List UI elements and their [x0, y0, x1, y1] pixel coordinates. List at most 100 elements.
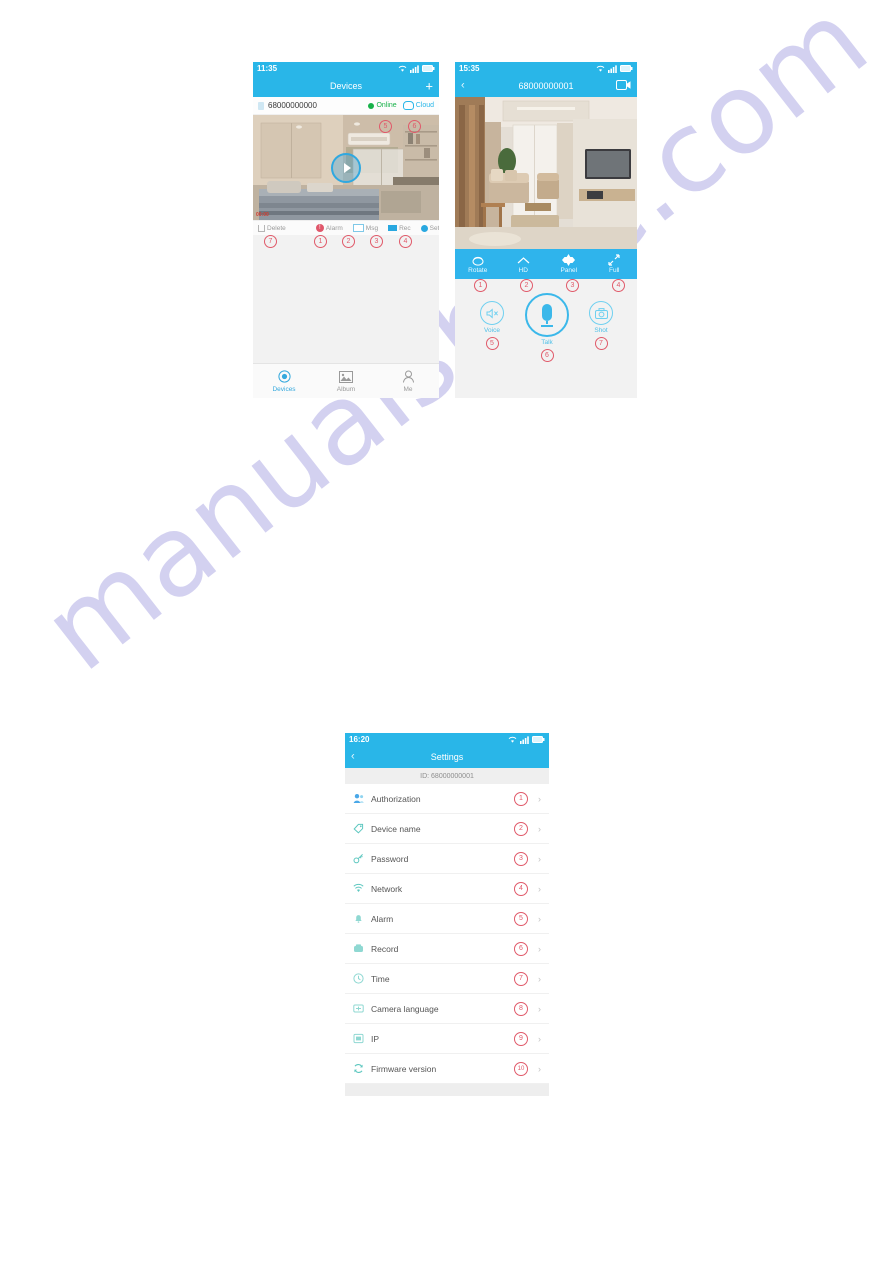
settings-button[interactable]: Settings [420, 224, 439, 232]
full-button[interactable]: Full [592, 249, 638, 279]
status-bar-icons [508, 735, 545, 744]
live-bottom-controls: Voice 5 Talk 6 Shot 7 [455, 293, 637, 375]
settings-item-authorization[interactable]: Authorization 1 › [345, 784, 549, 814]
panel-button[interactable]: Panel [546, 249, 592, 279]
annotation-3: 3 [514, 851, 528, 866]
annotation-3: 3 [370, 235, 383, 248]
preview-timestamp: 00:00 [256, 212, 269, 218]
settings-item-label: Authorization [371, 793, 421, 804]
live-video-feed[interactable] [455, 97, 637, 249]
online-dot-icon [368, 102, 375, 109]
settings-item-network[interactable]: Network 4 › [345, 874, 549, 904]
chevron-right-icon: › [538, 823, 541, 834]
annotation-10: 10 [514, 1061, 528, 1076]
speaker-mute-icon [480, 301, 504, 325]
voice-label: Voice [484, 327, 500, 334]
microphone-icon [525, 293, 569, 337]
delete-label: Delete [267, 224, 286, 232]
snapshot-camera-icon [589, 301, 613, 325]
status-bar: 11:35 [253, 62, 439, 75]
battery-icon [422, 65, 435, 72]
play-icon [343, 162, 351, 173]
chevron-right-icon: › [538, 1033, 541, 1044]
settings-screen: 16:20 ‹ Settings ID: 68000000001 Authori… [345, 733, 549, 1096]
status-bar-time: 16:20 [349, 735, 370, 744]
add-device-button[interactable]: + [425, 79, 433, 94]
talk-button[interactable]: Talk 6 [525, 293, 569, 362]
video-camera-icon[interactable] [616, 80, 631, 92]
status-bar-time: 11:35 [257, 64, 278, 73]
settings-item-label: Device name [371, 823, 421, 834]
annotation-4: 4 [399, 235, 412, 248]
settings-list: Authorization 1 › Device name 2 › Passwo… [345, 784, 549, 1084]
live-view-screen: 15:35 ‹ 68000000001 Rotate HD Panel Full… [455, 62, 637, 398]
live-control-bar: Rotate HD Panel Full [455, 249, 637, 279]
hd-label: HD [518, 267, 528, 274]
annotation-1: 1 [314, 235, 327, 248]
alarm-button[interactable]: ! Alarm [315, 224, 343, 232]
message-envelope-icon [352, 224, 364, 232]
panel-label: Panel [560, 267, 578, 274]
tab-me-label: Me [403, 385, 413, 393]
chevron-right-icon: › [538, 973, 541, 984]
settings-item-alarm[interactable]: Alarm 5 › [345, 904, 549, 934]
annotation-6: 6 [514, 941, 528, 956]
annotation-4: 4 [612, 279, 625, 292]
settings-item-ip[interactable]: IP 9 › [345, 1024, 549, 1054]
chevron-left-icon[interactable]: ‹ [351, 751, 355, 763]
settings-navbar: ‹ Settings [345, 746, 549, 768]
status-bar-icons [398, 64, 435, 73]
voice-button[interactable]: Voice 5 [480, 301, 504, 350]
page-title: Devices [329, 81, 362, 91]
signal-bars-icon [608, 64, 617, 73]
alarm-label: Alarm [325, 224, 343, 232]
shot-button[interactable]: Shot 7 [589, 301, 613, 350]
rec-button[interactable]: Rec [388, 225, 411, 232]
battery-icon [532, 736, 545, 743]
mic-stem [546, 320, 548, 324]
rotate-button[interactable]: Rotate [455, 249, 501, 279]
tag-icon [353, 823, 364, 834]
settings-item-password[interactable]: Password 3 › [345, 844, 549, 874]
trash-icon [258, 224, 265, 232]
play-button[interactable] [331, 152, 361, 183]
annotation-6: 6 [408, 120, 421, 133]
alarm-shield-icon: ! [315, 224, 324, 232]
ip-icon [353, 1033, 364, 1044]
tab-album[interactable]: Album [315, 370, 377, 393]
mic-base [541, 324, 553, 327]
chevron-right-icon: › [538, 943, 541, 954]
cloud-label: Cloud [415, 102, 434, 109]
gear-icon [420, 224, 428, 232]
devices-screen: 11:35 Devices + 68000000000 Online Cloud [253, 62, 439, 398]
annotation-7: 7 [264, 235, 277, 248]
settings-item-time[interactable]: Time 7 › [345, 964, 549, 994]
cloud-icon [402, 101, 414, 110]
tab-devices[interactable]: Devices [253, 370, 315, 393]
settings-item-label: Network [371, 883, 403, 894]
settings-footer-spacer [345, 1084, 549, 1096]
chevron-left-icon[interactable]: ‹ [461, 80, 465, 92]
dpad-icon [562, 254, 576, 266]
settings-item-label: Password [371, 853, 409, 864]
settings-item-camera-language[interactable]: Camera language 8 › [345, 994, 549, 1024]
key-icon [353, 853, 364, 864]
delete-button[interactable]: Delete [258, 224, 286, 232]
tab-devices-label: Devices [272, 385, 296, 393]
settings-item-device-name[interactable]: Device name 2 › [345, 814, 549, 844]
record-video-icon [388, 225, 398, 231]
msg-button[interactable]: Msg [352, 224, 379, 232]
tab-me[interactable]: Me [377, 370, 439, 393]
cloud-badge[interactable]: Cloud [402, 101, 434, 110]
device-id: 68000000000 [268, 101, 317, 110]
settings-item-record[interactable]: Record 6 › [345, 934, 549, 964]
settings-item-firmware-version[interactable]: Firmware version 10 › [345, 1054, 549, 1084]
device-card[interactable]: 68000000000 Online Cloud 00:00 Delete ! … [253, 97, 439, 235]
settings-item-label: IP [371, 1033, 380, 1044]
living-room-image [455, 97, 637, 249]
device-id-subheader: ID: 68000000001 [345, 768, 549, 784]
msg-label: Msg [365, 224, 379, 232]
wifi-icon [353, 883, 364, 894]
hd-button[interactable]: HD [501, 249, 547, 279]
device-action-bar: Delete ! Alarm Msg Rec Settings [253, 220, 439, 235]
